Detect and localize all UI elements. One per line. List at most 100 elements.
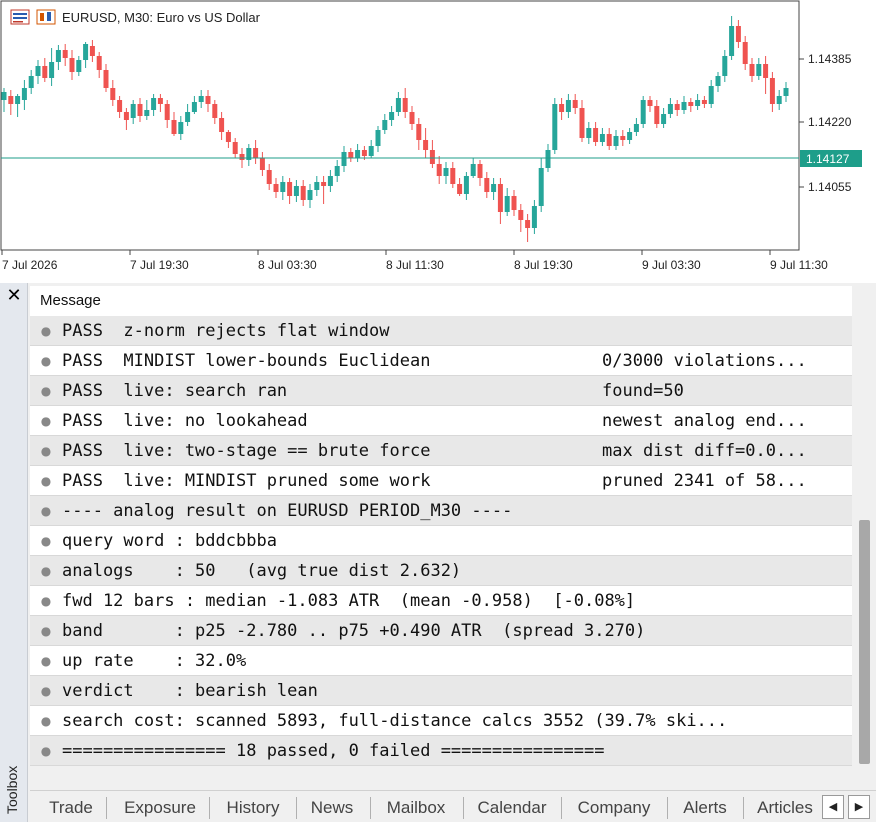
candle-body bbox=[497, 184, 503, 212]
candle-body bbox=[273, 184, 279, 192]
candle-body bbox=[409, 112, 415, 124]
message-row[interactable]: ● search cost: scanned 5893, full-distanc… bbox=[30, 706, 852, 736]
chart-canvas[interactable]: 1.14385 1.14220 1.14127 1.14055 7 Jul 20… bbox=[0, 0, 876, 280]
chart-list-icon[interactable] bbox=[10, 9, 30, 25]
price-label-2: 1.14220 bbox=[808, 115, 852, 129]
candle-body bbox=[178, 122, 184, 134]
candle-body bbox=[429, 150, 435, 164]
candle-body bbox=[123, 112, 129, 120]
message-row[interactable]: ● ================ 18 passed, 0 failed ==… bbox=[30, 736, 852, 766]
message-text: PASS live: search ran bbox=[62, 381, 288, 401]
price-chart[interactable]: 1.14385 1.14220 1.14127 1.14055 7 Jul 20… bbox=[0, 0, 876, 280]
candle-body bbox=[368, 146, 374, 156]
tab-exposure[interactable]: Exposure bbox=[112, 795, 208, 821]
chart-title-bar: EURUSD, M30: Euro vs US Dollar bbox=[10, 8, 260, 26]
message-row[interactable]: ● PASS live: two-stage == brute force max … bbox=[30, 436, 852, 466]
toolbox-tabs: Trade Exposure History News Mailbox Cale… bbox=[30, 790, 876, 822]
candle-body bbox=[756, 64, 762, 76]
candle-body bbox=[1, 92, 7, 100]
message-text: analogs : 50 (avg true dist 2.632) bbox=[62, 561, 462, 581]
message-row[interactable]: ● ---- analog result on EURUSD PERIOD_M30… bbox=[30, 496, 852, 526]
candle-body bbox=[83, 44, 89, 60]
candle-body bbox=[69, 58, 75, 72]
candle-body bbox=[185, 112, 191, 122]
message-detail: pruned 2341 of 58... bbox=[602, 471, 807, 491]
candle-body bbox=[735, 26, 741, 42]
message-row[interactable]: ● PASS live: no lookahead newest analog en… bbox=[30, 406, 852, 436]
message-column-header[interactable]: Message bbox=[30, 286, 852, 316]
candle-body bbox=[8, 96, 14, 104]
candle-body bbox=[334, 166, 340, 176]
candle-body bbox=[212, 104, 218, 118]
candle-body bbox=[763, 64, 769, 78]
time-label-6: 9 Jul 03:30 bbox=[642, 258, 701, 272]
current-price-label: 1.14127 bbox=[806, 152, 850, 166]
tab-articles[interactable]: Articles bbox=[749, 795, 821, 821]
time-label-5: 8 Jul 19:30 bbox=[514, 258, 573, 272]
chevron-left-icon[interactable]: ◀ bbox=[822, 795, 844, 819]
candle-body bbox=[586, 128, 592, 138]
message-row[interactable]: ● verdict : bearish lean bbox=[30, 676, 852, 706]
message-row[interactable]: ● band : p25 -2.780 .. p75 +0.490 ATR (sp… bbox=[30, 616, 852, 646]
candle-body bbox=[776, 96, 782, 104]
candle-body bbox=[321, 182, 327, 186]
candle-body bbox=[144, 110, 150, 116]
bullet-icon: ● bbox=[40, 623, 52, 638]
scrollbar-thumb[interactable] bbox=[859, 520, 870, 764]
candle-body bbox=[559, 104, 565, 112]
tab-alerts[interactable]: Alerts bbox=[673, 795, 737, 821]
candle-body bbox=[729, 26, 735, 56]
candle-body bbox=[151, 98, 157, 110]
message-row[interactable]: ● query word : bddcbbba bbox=[30, 526, 852, 556]
candle-body bbox=[171, 120, 177, 134]
message-row[interactable]: ● PASS MINDIST lower-bounds Euclidean 0/30… bbox=[30, 346, 852, 376]
candle-body bbox=[389, 112, 395, 120]
candle-body bbox=[674, 104, 680, 110]
candle-body bbox=[661, 114, 667, 124]
tab-mailbox[interactable]: Mailbox bbox=[376, 795, 456, 821]
vertical-scrollbar[interactable] bbox=[854, 283, 876, 791]
bullet-icon: ● bbox=[40, 473, 52, 488]
message-text: ---- analog result on EURUSD PERIOD_M30 … bbox=[62, 501, 513, 521]
message-text: PASS live: no lookahead bbox=[62, 411, 308, 431]
candle-body bbox=[783, 88, 789, 96]
tab-trade[interactable]: Trade bbox=[42, 795, 100, 821]
chevron-right-icon[interactable]: ▶ bbox=[848, 795, 870, 819]
candle-body bbox=[21, 88, 27, 100]
message-row[interactable]: ● PASS z-norm rejects flat window bbox=[30, 316, 852, 346]
message-list[interactable]: ● PASS z-norm rejects flat window ● PASS MI… bbox=[30, 316, 852, 766]
candle-body bbox=[457, 184, 463, 194]
message-row[interactable]: ● analogs : 50 (avg true dist 2.632) bbox=[30, 556, 852, 586]
candle-body bbox=[620, 136, 626, 140]
candle-body bbox=[361, 150, 367, 156]
candle-body bbox=[463, 176, 469, 194]
bullet-icon: ● bbox=[40, 443, 52, 458]
candle-body bbox=[307, 190, 313, 200]
tab-company[interactable]: Company bbox=[567, 795, 661, 821]
chart-candles-icon[interactable] bbox=[36, 9, 56, 25]
candle-body bbox=[137, 104, 143, 116]
message-row[interactable]: ● up rate : 32.0% bbox=[30, 646, 852, 676]
message-detail: max dist diff=0.0... bbox=[602, 441, 807, 461]
price-label-1: 1.14385 bbox=[808, 52, 852, 66]
message-row[interactable]: ● fwd 12 bars : median -1.083 ATR (mean -… bbox=[30, 586, 852, 616]
message-text: PASS live: two-stage == brute force bbox=[62, 441, 431, 461]
candle-body bbox=[701, 100, 707, 104]
candle-body bbox=[130, 104, 136, 118]
candle-body bbox=[477, 164, 483, 178]
time-label-4: 8 Jul 11:30 bbox=[386, 258, 444, 272]
candle-body bbox=[749, 64, 755, 76]
message-row[interactable]: ● PASS live: search ran found=50 bbox=[30, 376, 852, 406]
candle-body bbox=[157, 98, 163, 104]
candle-body bbox=[423, 140, 429, 150]
tab-news[interactable]: News bbox=[302, 795, 362, 821]
candle-body bbox=[688, 102, 694, 106]
close-icon[interactable]: ✕ bbox=[5, 287, 23, 305]
candle-body bbox=[76, 60, 82, 72]
candle-body bbox=[314, 182, 320, 190]
tab-history[interactable]: History bbox=[215, 795, 291, 821]
message-detail: newest analog end... bbox=[602, 411, 807, 431]
message-row[interactable]: ● PASS live: MINDIST pruned some work prun… bbox=[30, 466, 852, 496]
tab-calendar[interactable]: Calendar bbox=[469, 795, 555, 821]
message-text: PASS MINDIST lower-bounds Euclidean bbox=[62, 351, 431, 371]
